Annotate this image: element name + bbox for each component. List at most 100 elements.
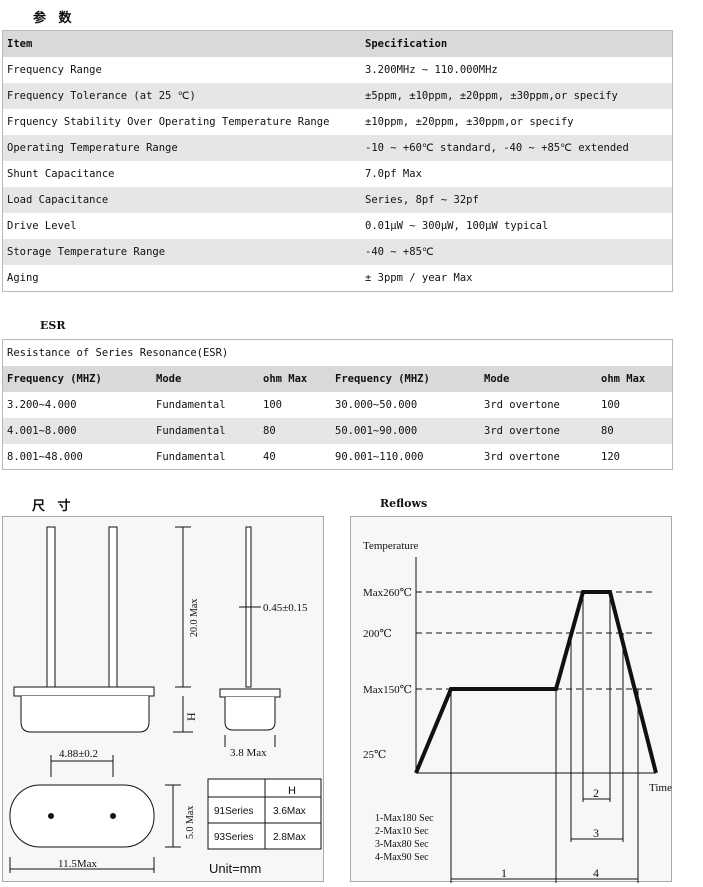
esr-table: Resistance of Series Resonance(ESR) Freq… xyxy=(2,339,673,470)
esr-cell: 100 xyxy=(263,399,282,411)
params-row: Frequency Tolerance (at 25 ℃) ±5ppm, ±10p… xyxy=(3,83,672,109)
params-item-cell: Frquency Stability Over Operating Temper… xyxy=(7,116,330,128)
esr-cell: 90.001~110.000 xyxy=(335,451,424,463)
esr-header-cell: ohm Max xyxy=(263,373,308,385)
width-label: 5.0 Max xyxy=(185,806,196,839)
params-heading: 参 数 xyxy=(33,11,76,26)
esr-cell: 80 xyxy=(263,425,276,437)
params-header-spec: Specification xyxy=(365,38,448,50)
dimensions-heading: 尺 寸 xyxy=(32,499,75,514)
lead-right xyxy=(108,526,118,688)
unit-label: Unit=mm xyxy=(209,861,261,876)
pin-1 xyxy=(48,813,54,819)
legend-item-1: 1-Max180 Sec xyxy=(375,813,434,824)
height-label: H xyxy=(184,712,198,721)
series-row-2-h: 2.8Max xyxy=(273,832,306,843)
esr-cell: 4.001~8.000 xyxy=(7,425,77,437)
dimension-drawing: 20.0 Max H 0.45±0.15 3.8 Max 4.88±0.2 5.… xyxy=(9,526,322,876)
params-item-cell: Frequency Range xyxy=(7,64,102,76)
esr-cell: Fundamental xyxy=(156,399,226,411)
esr-cell: 30.000~50.000 xyxy=(335,399,418,411)
legend-item-4: 4-Max90 Sec xyxy=(375,852,429,863)
params-spec-cell: 0.01μW ~ 300μW, 100μW typical xyxy=(365,220,549,232)
params-spec-cell: ±10ppm, ±20ppm, ±30ppm,or specify xyxy=(365,116,574,128)
side-flange xyxy=(219,688,281,698)
esr-cell: 3rd overtone xyxy=(484,425,560,437)
thickness-label: 3.8 Max xyxy=(230,747,267,759)
series-row-2-name: 93Series xyxy=(214,832,253,843)
reflow-profile-line xyxy=(414,590,658,774)
lead-length-label: 20.0 Max xyxy=(189,599,200,637)
esr-row: 8.001~48.000 Fundamental 40 90.001~110.000 3… xyxy=(3,444,672,470)
params-spec-cell: ±5ppm, ±10ppm, ±20ppm, ±30ppm,or specify xyxy=(365,90,618,102)
segment-1-label: 1 xyxy=(501,866,507,880)
params-spec-cell: 3.200MHz ~ 110.000MHz xyxy=(365,64,498,76)
legend-item-3: 3-Max80 Sec xyxy=(375,839,429,850)
esr-title: Resistance of Series Resonance(ESR) xyxy=(7,347,229,359)
level-25-label: 25℃ xyxy=(363,749,386,761)
params-row: Storage Temperature Range -40 ~ +85℃ xyxy=(3,239,672,265)
front-can xyxy=(20,696,150,733)
esr-cell: Fundamental xyxy=(156,425,226,437)
pin-2 xyxy=(110,813,116,819)
level-260-label: Max260℃ xyxy=(363,587,412,599)
params-row: Frquency Stability Over Operating Temper… xyxy=(3,109,672,135)
esr-header-cell: Frequency (MHZ) xyxy=(7,373,102,385)
esr-title-row: Resistance of Series Resonance(ESR) xyxy=(3,340,672,366)
segment-4-label: 4 xyxy=(593,866,599,880)
reflow-profile-chart: Temperature Time Max260℃ 200℃ Max150℃ 25… xyxy=(363,540,672,883)
esr-cell: 3rd overtone xyxy=(484,451,560,463)
esr-header-cell: ohm Max xyxy=(601,373,646,385)
params-table: Item Specification Frequency Range 3.200M… xyxy=(2,30,673,292)
esr-cell: Fundamental xyxy=(156,451,226,463)
params-row: Shunt Capacitance 7.0pf Max xyxy=(3,161,672,187)
x-axis-label: Time xyxy=(649,782,672,794)
esr-header-row: Frequency (MHZ) Mode ohm Max Frequency (MHZ… xyxy=(3,366,672,392)
dimensions-panel: 20.0 Max H 0.45±0.15 3.8 Max 4.88±0.2 5.… xyxy=(2,516,324,882)
esr-cell: 120 xyxy=(601,451,620,463)
esr-header-cell: Mode xyxy=(156,373,182,385)
esr-cell: 80 xyxy=(601,425,614,437)
series-row-1-name: 91Series xyxy=(214,806,253,817)
esr-cell: 100 xyxy=(601,399,620,411)
length-label: 11.5Max xyxy=(58,858,98,870)
esr-row: 3.200~4.000 Fundamental 100 30.000~50.000 3r… xyxy=(3,392,672,418)
esr-cell: 50.001~90.000 xyxy=(335,425,418,437)
params-item-cell: Operating Temperature Range xyxy=(7,142,178,154)
params-spec-cell: Series, 8pf ~ 32pf xyxy=(365,194,479,206)
bottom-outline xyxy=(9,784,155,848)
params-item-cell: Storage Temperature Range xyxy=(7,246,166,258)
params-spec-cell: -40 ~ +85℃ xyxy=(365,246,434,258)
params-item-cell: Frequency Tolerance (at 25 ℃) xyxy=(7,90,196,102)
reflows-panel: Temperature Time Max260℃ 200℃ Max150℃ 25… xyxy=(350,516,672,883)
reflows-heading: Reflows xyxy=(380,497,428,510)
level-200-label: 200℃ xyxy=(363,628,392,640)
params-row: Drive Level 0.01μW ~ 300μW, 100μW typical xyxy=(3,213,672,239)
params-item-cell: Load Capacitance xyxy=(7,194,109,206)
esr-cell: 3rd overtone xyxy=(484,399,560,411)
esr-heading: ESR xyxy=(40,319,66,332)
esr-row: 4.001~8.000 Fundamental 80 50.001~90.000 3rd… xyxy=(3,418,672,444)
params-item-cell: Drive Level xyxy=(7,220,77,232)
series-row-1-h: 3.6Max xyxy=(273,806,306,817)
lead-left xyxy=(46,526,56,688)
params-spec-cell: -10 ~ +60℃ standard, -40 ~ +85℃ extended xyxy=(365,142,629,154)
params-row: Operating Temperature Range -10 ~ +60℃ st… xyxy=(3,135,672,161)
params-spec-cell: 7.0pf Max xyxy=(365,168,422,180)
params-row: Frequency Range 3.200MHz ~ 110.000MHz xyxy=(3,57,672,83)
params-row: Aging ± 3ppm / year Max xyxy=(3,265,672,291)
segment-2-label: 2 xyxy=(593,786,599,800)
lead-dia-label: 0.45±0.15 xyxy=(263,602,308,614)
pitch-label: 4.88±0.2 xyxy=(59,748,98,760)
level-150-label: Max150℃ xyxy=(363,684,412,696)
front-flange xyxy=(13,686,155,697)
params-item-cell: Shunt Capacitance xyxy=(7,168,115,180)
esr-cell: 40 xyxy=(263,451,276,463)
params-spec-cell: ± 3ppm / year Max xyxy=(365,272,473,284)
params-row: Load Capacitance Series, 8pf ~ 32pf xyxy=(3,187,672,213)
esr-cell: 3.200~4.000 xyxy=(7,399,77,411)
esr-header-cell: Mode xyxy=(484,373,510,385)
params-header-item: Item xyxy=(7,38,33,50)
params-item-cell: Aging xyxy=(7,272,39,284)
esr-header-cell: Frequency (MHZ) xyxy=(335,373,430,385)
